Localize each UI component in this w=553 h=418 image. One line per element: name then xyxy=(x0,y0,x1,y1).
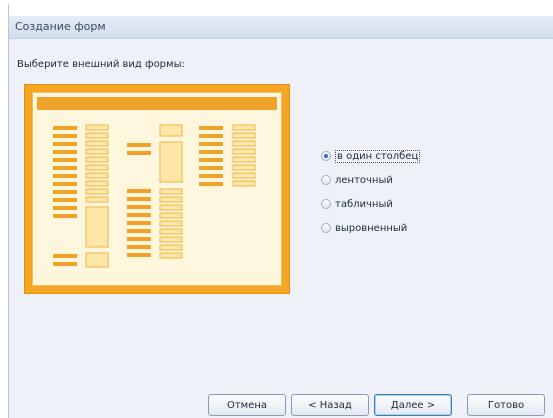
preview-fields-col2 xyxy=(159,124,183,259)
radio-option-justified[interactable]: выровненный xyxy=(321,216,420,240)
radio-button[interactable] xyxy=(321,223,331,233)
radio-button[interactable] xyxy=(321,199,331,209)
cancel-button[interactable]: Отмена xyxy=(208,394,286,416)
columnar-layout-preview-image xyxy=(37,97,277,268)
window-title: Создание форм xyxy=(15,20,106,33)
radio-option-datasheet[interactable]: табличный xyxy=(321,192,420,216)
finish-button[interactable]: Готово xyxy=(467,394,545,416)
radio-label[interactable]: выровненный xyxy=(335,223,407,234)
radio-button-checked[interactable] xyxy=(321,151,331,161)
layout-radio-group: в один столбец ленточный табличный выров… xyxy=(321,144,421,240)
title-bar: Создание форм xyxy=(9,16,553,39)
back-button[interactable]: < Назад xyxy=(291,394,369,416)
radio-button[interactable] xyxy=(321,175,331,185)
radio-option-columnar[interactable]: в один столбец xyxy=(321,144,421,168)
preview-labels-col2 xyxy=(127,143,151,257)
layout-preview xyxy=(24,84,290,294)
radio-option-tabular-ribbon[interactable]: ленточный xyxy=(321,168,420,192)
preview-fields-col3 xyxy=(232,124,256,187)
radio-label[interactable]: табличный xyxy=(335,199,393,210)
radio-label[interactable]: в один столбец xyxy=(335,149,421,163)
wizard-body: Выберите внешний вид формы: в один столб… xyxy=(9,39,553,418)
next-button[interactable]: Далее > xyxy=(374,394,452,416)
preview-labels-col1 xyxy=(53,126,77,266)
preview-fields-col1 xyxy=(85,124,109,268)
preview-canvas xyxy=(32,92,282,286)
prompt-label: Выберите внешний вид формы: xyxy=(17,59,185,70)
preview-header-bar xyxy=(37,97,277,110)
preview-labels-col3 xyxy=(199,126,223,186)
radio-label[interactable]: ленточный xyxy=(335,175,393,186)
form-wizard-window: Создание форм Выберите внешний вид формы… xyxy=(8,4,553,418)
